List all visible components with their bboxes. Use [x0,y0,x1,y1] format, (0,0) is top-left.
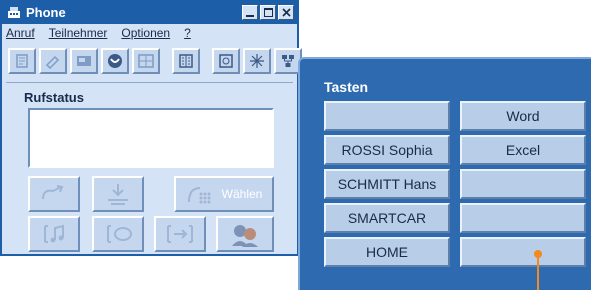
forward-icon [167,225,193,243]
dial-button[interactable]: Wählen [174,176,274,212]
phone-book-icon[interactable] [39,48,67,74]
dial-icon[interactable] [212,48,240,74]
people-icon [232,225,258,247]
conference-icon[interactable] [132,48,160,74]
window-title: Phone [26,5,66,20]
call-icon[interactable] [101,48,129,74]
taste-left-2[interactable]: ROSSI Sophia [324,135,450,165]
taste-left-4[interactable]: SMARTCAR [324,203,450,233]
taste-right-2[interactable]: Excel [460,135,586,165]
callout-line [537,254,539,290]
taste-right-4[interactable] [460,203,586,233]
tasten-title: Tasten [324,79,369,95]
minimize-icon[interactable] [242,5,258,20]
callout-marker [534,250,542,258]
music-on-hold-button[interactable] [28,216,80,252]
forward-button[interactable] [154,216,206,252]
taste-left-5[interactable]: HOME [324,237,450,267]
rufstatus-label: Rufstatus [24,90,84,105]
dial-button-label: Wählen [221,187,263,201]
settings-icon[interactable] [243,48,271,74]
music-icon [44,224,64,243]
keypad-icon [187,187,211,204]
toolbar-separator [6,82,293,83]
close-icon[interactable] [278,5,294,20]
call-status-box [28,108,274,168]
conference-call-button[interactable] [216,216,274,252]
taste-right-5[interactable] [460,237,586,267]
taste-right-3[interactable] [460,169,586,199]
phone-window: Phone Anruf Teilnehmer Optionen ? Rufsta… [0,0,302,256]
title-bar: Phone [2,2,297,24]
window-controls [242,5,294,20]
maximize-icon[interactable] [260,5,276,20]
menu-anruf[interactable]: Anruf [6,26,35,44]
journal-icon[interactable] [8,48,36,74]
speech-icon [107,225,132,243]
tasten-panel: Tasten ROSSI Sophia SCHMITT Hans SMARTCA… [298,57,591,290]
toolbar [8,48,302,76]
directory-icon[interactable] [70,48,98,74]
hold-icon [108,184,128,205]
menu-optionen[interactable]: Optionen [121,26,170,44]
transfer-button[interactable] [28,176,80,212]
transfer-icon [42,185,64,200]
list-icon[interactable] [172,48,200,74]
menu-teilnehmer[interactable]: Teilnehmer [49,26,108,44]
menu-help[interactable]: ? [184,26,191,44]
phone-app-icon [8,7,20,18]
taste-right-1[interactable]: Word [460,101,586,131]
menu-bar: Anruf Teilnehmer Optionen ? [6,26,191,44]
taste-left-1[interactable] [324,101,450,131]
speak-button[interactable] [92,216,144,252]
taste-left-3[interactable]: SCHMITT Hans [324,169,450,199]
hold-button[interactable] [92,176,144,212]
